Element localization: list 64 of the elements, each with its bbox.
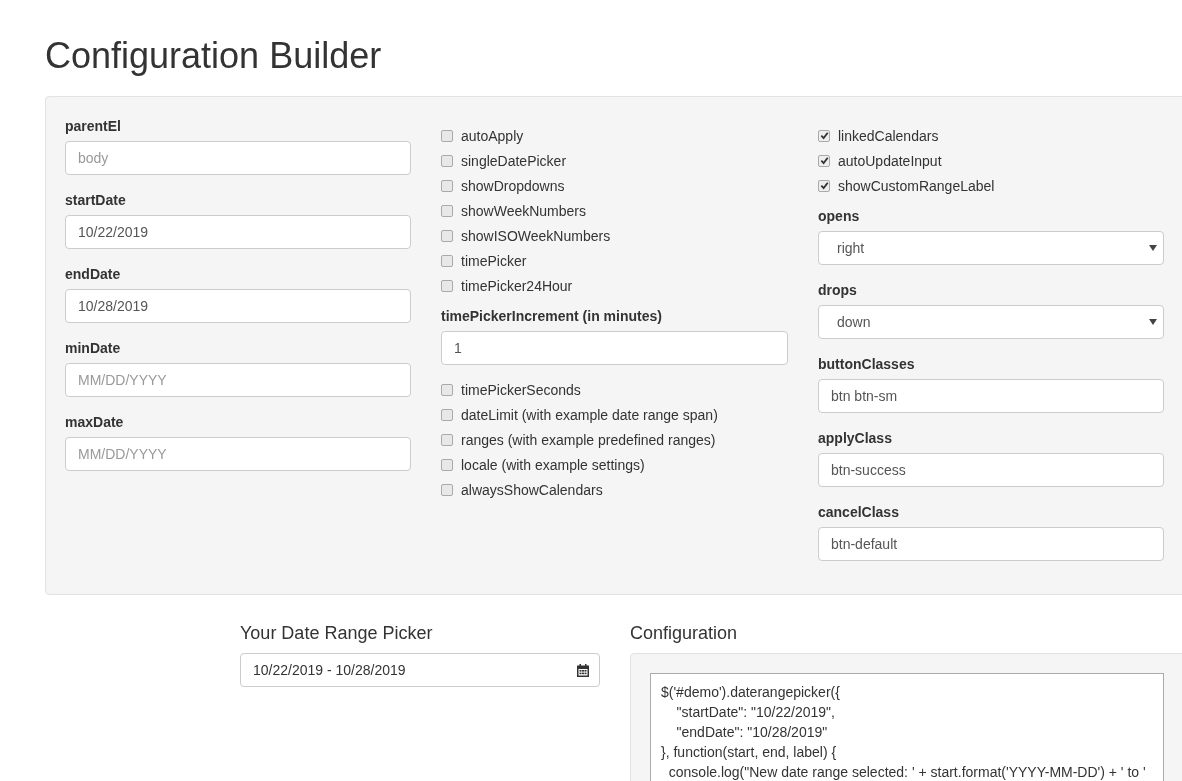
checkbox[interactable] [818,179,830,192]
section-heading: Your Date Range Picker [240,623,434,643]
field-label: minDate [65,339,122,358]
calendar-icon [577,663,589,677]
checkbox-label: timePicker [461,252,527,269]
checkbox[interactable] [441,154,453,167]
input-field[interactable]: body [65,141,411,175]
code-line: $('#demo').daterangepicker({ [661,683,841,702]
section-heading: Configuration [630,623,739,643]
checkbox-label: showWeekNumbers [461,202,586,219]
checkbox-label: timePicker24Hour [461,277,573,294]
input-field[interactable]: MM/DD/YYYY [65,363,411,397]
checkbox-label: autoUpdateInput [838,152,942,169]
field-label: drops [818,281,858,300]
checkbox-label: singleDatePicker [461,152,567,169]
dropdown[interactable]: right [818,231,1164,265]
checkbox-label: dateLimit (with example date range span) [461,406,718,423]
checkbox-label: ranges (with example predefined ranges) [461,431,716,448]
checkbox[interactable] [441,279,453,292]
checkbox[interactable] [441,229,453,242]
code-line: "endDate": "10/28/2019" [675,723,829,742]
checkbox-label: linkedCalendars [838,127,939,144]
checkbox[interactable] [818,129,830,142]
input-field[interactable]: 10/28/2019 [65,289,411,323]
checkbox[interactable] [441,179,453,192]
checkbox-label: alwaysShowCalendars [461,481,603,498]
checkbox[interactable] [441,129,453,142]
page-title: Configuration Builder [45,34,383,78]
field-label: opens [818,207,861,226]
checkbox-label: showCustomRangeLabel [838,177,995,194]
checkbox-label: autoApply [461,127,524,144]
input-field[interactable]: btn-success [818,453,1164,487]
caret-icon [1149,319,1157,325]
checkbox[interactable] [441,204,453,217]
input-field[interactable]: btn btn-sm [818,379,1164,413]
field-label: startDate [65,191,127,210]
input-field[interactable]: MM/DD/YYYY [65,437,411,471]
caret-icon [1149,245,1157,251]
input-field[interactable]: 1 [441,331,788,365]
checkbox-label: timePickerSeconds [461,381,581,398]
checkbox[interactable] [441,408,453,421]
field-label: timePickerIncrement (in minutes) [441,307,663,326]
code-line: }, function(start, end, label) { [661,743,838,762]
code-line: "startDate": "10/22/2019", [675,703,836,722]
field-label: applyClass [818,429,893,448]
field-label: cancelClass [818,503,900,522]
field-label: endDate [65,265,122,284]
checkbox[interactable] [441,458,453,471]
code-line: console.log("New date range selected: ' + start.format('YYYY-MM-DD') + ' to ' [667,763,1147,781]
checkbox[interactable] [441,483,453,496]
field-label: maxDate [65,413,125,432]
input-field[interactable]: btn-default [818,527,1164,561]
checkbox[interactable] [441,433,453,446]
dropdown[interactable]: down [818,305,1164,339]
checkbox[interactable] [818,154,830,167]
date-range-field[interactable]: 10/22/2019 - 10/28/2019 [240,653,600,687]
input-field[interactable]: 10/22/2019 [65,215,411,249]
checkbox[interactable] [441,383,453,396]
field-label: parentEl [65,117,122,136]
checkbox-label: showISOWeekNumbers [461,227,611,244]
checkbox[interactable] [441,254,453,267]
checkbox-label: locale (with example settings) [461,456,645,473]
checkbox-label: showDropdowns [461,177,565,194]
field-label: buttonClasses [818,355,916,374]
